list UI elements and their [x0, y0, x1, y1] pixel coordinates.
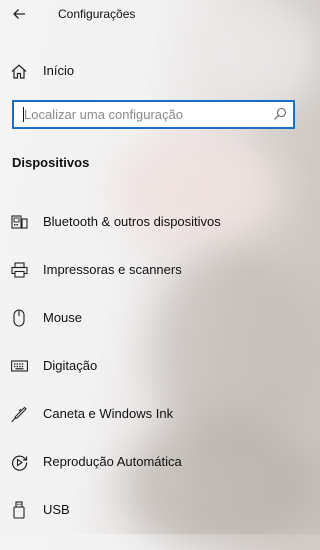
- nav-item-home-label: Início: [43, 63, 75, 78]
- search-input[interactable]: [24, 102, 264, 127]
- nav-item-pen[interactable]: Caneta e Windows Ink: [0, 396, 304, 432]
- usb-icon: [10, 501, 28, 519]
- nav-item-bluetooth[interactable]: Bluetooth & outros dispositivos: [0, 204, 304, 240]
- bluetooth-devices-icon: [10, 213, 28, 231]
- back-arrow-icon: [13, 9, 25, 19]
- nav-item-mouse[interactable]: Mouse: [0, 300, 304, 336]
- mouse-icon: [10, 309, 28, 327]
- nav-item-usb-label: USB: [43, 502, 70, 517]
- nav-item-autoplay[interactable]: Reprodução Automática: [0, 444, 304, 480]
- keyboard-icon: [10, 357, 28, 375]
- printer-icon: [10, 261, 28, 279]
- nav-item-mouse-label: Mouse: [43, 310, 83, 325]
- nav-item-printers[interactable]: Impressoras e scanners: [0, 252, 304, 288]
- nav-item-usb[interactable]: USB: [0, 492, 304, 528]
- section-title: Dispositivos: [12, 155, 90, 170]
- nav-item-printers-label: Impressoras e scanners: [43, 262, 182, 277]
- home-icon: [10, 62, 28, 80]
- search-box[interactable]: [12, 100, 295, 129]
- back-button[interactable]: [6, 2, 32, 26]
- pen-icon: [10, 405, 28, 423]
- nav-item-bluetooth-label: Bluetooth & outros dispositivos: [43, 214, 221, 229]
- nav-item-autoplay-label: Reprodução Automática: [43, 454, 182, 469]
- autoplay-icon: [10, 453, 28, 471]
- nav-item-pen-label: Caneta e Windows Ink: [43, 406, 174, 421]
- settings-nav-pane: Configurações Início Dispositivos: [0, 0, 304, 534]
- title-bar: Configurações: [0, 0, 304, 30]
- nav-item-typing-label: Digitação: [43, 358, 98, 373]
- nav-item-home[interactable]: Início: [0, 56, 304, 86]
- nav-item-typing[interactable]: Digitação: [0, 348, 304, 384]
- window-title: Configurações: [58, 7, 136, 21]
- search-icon[interactable]: [273, 107, 287, 121]
